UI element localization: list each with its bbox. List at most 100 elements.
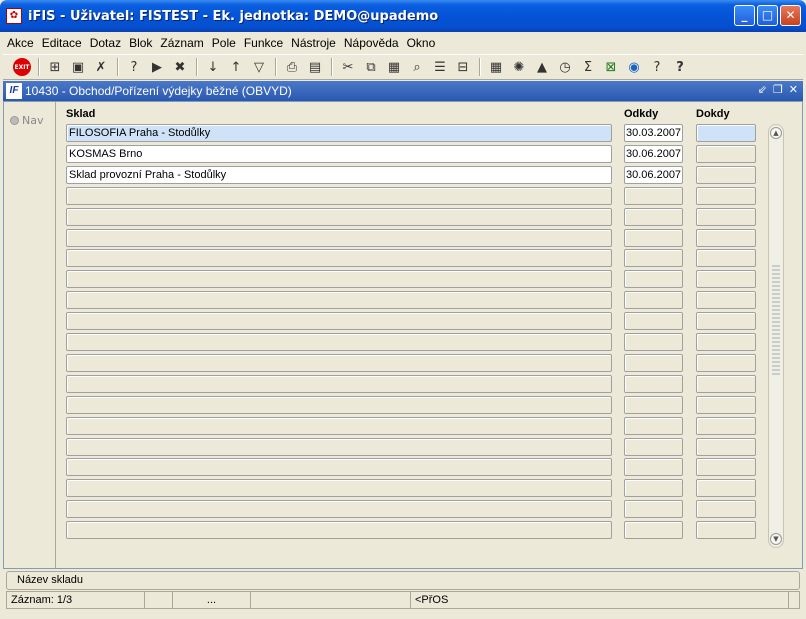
context-help-icon[interactable]: ? — [669, 56, 691, 78]
sklad-field[interactable] — [66, 437, 612, 456]
scroll-up-icon[interactable]: ▲ — [770, 127, 782, 139]
odkdy-field[interactable] — [624, 270, 683, 289]
dokdy-field[interactable] — [696, 374, 756, 393]
paste-icon[interactable]: ▦ — [383, 56, 405, 78]
execute-query-icon[interactable]: ▶ — [146, 56, 168, 78]
dokdy-field[interactable] — [696, 270, 756, 289]
form-restore-icon[interactable]: ❐ — [773, 83, 783, 96]
dokdy-field[interactable] — [696, 479, 756, 498]
sklad-field[interactable]: FILOSOFIA Praha - Stodůlky — [66, 124, 612, 142]
dokdy-field[interactable] — [696, 437, 756, 456]
sklad-field[interactable] — [66, 333, 612, 351]
form-title-bar[interactable]: IF 10430 - Obchod/Pořízení výdejky běžné… — [3, 81, 803, 101]
odkdy-field[interactable] — [624, 479, 683, 498]
clock-icon[interactable]: ◷ — [554, 56, 576, 78]
sklad-field[interactable] — [66, 500, 612, 519]
cut-icon[interactable]: ✂ — [337, 56, 359, 78]
cancel-query-icon[interactable]: ✖ — [169, 56, 191, 78]
scroll-grip[interactable] — [772, 265, 780, 375]
menu-item-6[interactable]: Funkce — [240, 36, 287, 50]
dokdy-field[interactable] — [696, 458, 756, 477]
odkdy-field[interactable] — [624, 291, 683, 310]
sklad-field[interactable] — [66, 249, 612, 268]
scroll-down-icon[interactable]: ▼ — [770, 533, 782, 545]
save-icon[interactable]: ▣ — [67, 56, 89, 78]
menu-item-2[interactable]: Dotaz — [86, 36, 125, 50]
odkdy-field[interactable] — [624, 416, 683, 435]
settings-icon[interactable]: ✺ — [508, 56, 530, 78]
odkdy-field[interactable] — [624, 249, 683, 268]
dokdy-field[interactable] — [696, 521, 756, 540]
sklad-field[interactable] — [66, 395, 612, 414]
form-close-icon[interactable]: ✕ — [789, 83, 798, 96]
menu-item-3[interactable]: Blok — [125, 36, 156, 50]
dokdy-field[interactable] — [696, 165, 756, 184]
odkdy-field[interactable] — [624, 500, 683, 519]
odkdy-field[interactable]: 30.06.2007 — [624, 144, 683, 163]
help-icon[interactable]: ? — [646, 56, 668, 78]
internet-icon[interactable]: ◉ — [623, 56, 645, 78]
sklad-field[interactable] — [66, 207, 612, 226]
nav-radio[interactable]: Nav — [10, 114, 43, 127]
close-button[interactable]: ✕ — [780, 5, 801, 26]
dokdy-field[interactable] — [696, 186, 756, 205]
insert-record-icon[interactable]: ⊞ — [44, 56, 66, 78]
filter-icon[interactable]: ▽ — [248, 56, 270, 78]
menu-item-1[interactable]: Editace — [38, 36, 86, 50]
dokdy-field[interactable] — [696, 207, 756, 226]
dokdy-field[interactable] — [696, 228, 756, 247]
odkdy-field[interactable] — [624, 228, 683, 247]
dokdy-field[interactable] — [696, 124, 756, 142]
menu-item-5[interactable]: Pole — [208, 36, 240, 50]
sklad-field[interactable] — [66, 479, 612, 498]
sum-icon[interactable]: Σ — [577, 56, 599, 78]
sklad-field[interactable] — [66, 353, 612, 372]
sklad-field[interactable] — [66, 458, 612, 477]
sklad-field[interactable] — [66, 374, 612, 393]
dokdy-field[interactable] — [696, 500, 756, 519]
odkdy-field[interactable] — [624, 207, 683, 226]
app-icon[interactable]: ✿ — [6, 8, 22, 24]
menu-item-0[interactable]: Akce — [3, 36, 38, 50]
sklad-field[interactable] — [66, 291, 612, 310]
odkdy-field[interactable]: 30.06.2007 — [624, 165, 683, 184]
dokdy-field[interactable] — [696, 312, 756, 331]
window-title-bar[interactable]: ✿ iFIS - Uživatel: FISTEST - Ek. jednotk… — [0, 0, 806, 32]
dokdy-field[interactable] — [696, 353, 756, 372]
dokdy-field[interactable] — [696, 416, 756, 435]
odkdy-field[interactable] — [624, 312, 683, 331]
menu-item-9[interactable]: Okno — [403, 36, 440, 50]
sklad-field[interactable] — [66, 270, 612, 289]
odkdy-field[interactable] — [624, 458, 683, 477]
odkdy-field[interactable] — [624, 395, 683, 414]
menu-item-8[interactable]: Nápověda — [340, 36, 403, 50]
sklad-field[interactable] — [66, 416, 612, 435]
dokdy-field[interactable] — [696, 291, 756, 310]
dokdy-field[interactable] — [696, 395, 756, 414]
vertical-scrollbar[interactable]: ▲ ▼ — [768, 124, 784, 548]
query-icon[interactable]: ? — [123, 56, 145, 78]
menu-item-4[interactable]: Záznam — [156, 36, 207, 50]
dokdy-field[interactable] — [696, 333, 756, 351]
sklad-field[interactable] — [66, 228, 612, 247]
odkdy-field[interactable] — [624, 437, 683, 456]
excel-icon[interactable]: ⊠ — [600, 56, 622, 78]
sklad-field[interactable] — [66, 312, 612, 331]
calculator-icon[interactable]: ▦ — [485, 56, 507, 78]
find-icon[interactable]: ⌕ — [406, 56, 428, 78]
delete-record-icon[interactable]: ✗ — [90, 56, 112, 78]
tree-icon[interactable]: ⊟ — [452, 56, 474, 78]
list-icon[interactable]: ☰ — [429, 56, 451, 78]
maximize-button[interactable]: □ — [757, 5, 778, 26]
odkdy-field[interactable] — [624, 333, 683, 351]
sort-desc-icon[interactable]: ↑ — [225, 56, 247, 78]
odkdy-field[interactable] — [624, 186, 683, 205]
dokdy-field[interactable] — [696, 249, 756, 268]
chart-icon[interactable]: ▲ — [531, 56, 553, 78]
print-icon[interactable]: ⎙ — [281, 56, 303, 78]
menu-item-7[interactable]: Nástroje — [287, 36, 340, 50]
copy-icon[interactable]: ⧉ — [360, 56, 382, 78]
dokdy-field[interactable] — [696, 144, 756, 163]
sort-asc-icon[interactable]: ↓ — [202, 56, 224, 78]
print-preview-icon[interactable]: ▤ — [304, 56, 326, 78]
